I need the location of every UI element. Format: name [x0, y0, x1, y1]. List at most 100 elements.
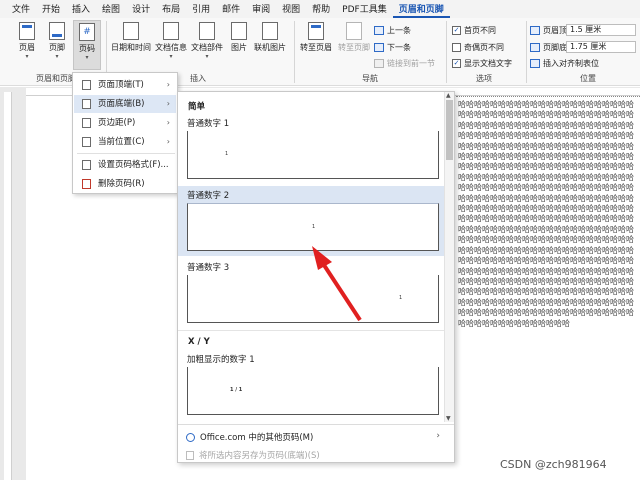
menu-item-bottom-of-page[interactable]: 页面底端(B) ›	[74, 95, 176, 113]
group-separator	[294, 21, 295, 83]
menu-item-label: 页面底端(B)	[98, 99, 145, 109]
goto-header-button[interactable]: 转至页眉	[298, 22, 334, 53]
gallery-item-bold-number-1[interactable]: 加粗显示的数字 1 1 / 1	[178, 350, 445, 420]
scroll-down-icon[interactable]: ▼	[446, 415, 451, 422]
chevron-down-icon: ▾	[205, 53, 209, 60]
header-distance-icon	[530, 26, 540, 35]
picture-icon	[231, 22, 247, 40]
tab-review[interactable]: 审阅	[246, 2, 276, 18]
footer-button[interactable]: 页脚 ▾	[44, 22, 70, 60]
bottom-of-page-gallery: 简单 普通数字 1 1 普通数字 2 1 普通数字 3 1 X / Y 加粗显示…	[177, 91, 455, 463]
gallery-section-xy: X / Y	[188, 337, 210, 347]
menu-item-current-position[interactable]: 当前位置(C) ›	[74, 133, 176, 151]
group-label-position: 位置	[580, 74, 596, 83]
chevron-down-icon: ▾	[169, 53, 173, 60]
odd-even-checkbox[interactable]: 奇偶页不同	[452, 42, 504, 53]
tab-help[interactable]: 帮助	[306, 2, 336, 18]
save-icon	[186, 451, 194, 460]
previous-label: 上一条	[387, 26, 411, 35]
menu-separator	[77, 153, 175, 154]
link-previous-button[interactable]: 链接到前一节	[374, 58, 435, 69]
gallery-item-label: 普通数字 3	[187, 263, 230, 273]
goto-footer-button[interactable]: 转至页脚	[336, 22, 372, 53]
tab-design[interactable]: 设计	[126, 2, 156, 18]
gallery-section-simple: 简单	[188, 102, 206, 112]
gallery-item-plain-number-2[interactable]: 普通数字 2 1	[178, 186, 445, 256]
tab-pdf-tools[interactable]: PDF工具集	[336, 2, 393, 18]
gallery-preview: 1	[187, 275, 439, 323]
tab-mailings[interactable]: 邮件	[216, 2, 246, 18]
gallery-scrollbar[interactable]: ▲ ▼	[444, 92, 454, 422]
header-boundary	[456, 96, 640, 97]
scroll-up-icon[interactable]: ▲	[446, 92, 451, 99]
insert-align-tab-label: 插入对齐制表位	[543, 59, 599, 68]
tab-header-footer[interactable]: 页眉和页脚	[392, 2, 450, 18]
tab-file[interactable]: 文件	[6, 2, 36, 18]
insert-align-tab-button[interactable]: 插入对齐制表位	[530, 58, 599, 69]
docinfo-button[interactable]: 文档信息 ▾	[154, 22, 188, 60]
group-label-header-footer: 页眉和页脚	[36, 74, 76, 83]
tab-home[interactable]: 开始	[36, 2, 66, 18]
online-picture-icon	[262, 22, 278, 40]
more-page-numbers-label: Office.com 中的其他页码(M)	[200, 433, 314, 443]
preview-page-number: 1	[225, 151, 229, 157]
datetime-label: 日期和时间	[111, 43, 151, 52]
picture-button[interactable]: 图片	[228, 22, 250, 53]
header-button[interactable]: 页眉 ▾	[14, 22, 40, 60]
tab-insert[interactable]: 插入	[66, 2, 96, 18]
menu-item-page-margins[interactable]: 页边距(P) ›	[74, 114, 176, 132]
globe-icon	[186, 433, 195, 442]
chevron-right-icon: ›	[166, 118, 170, 127]
tab-view[interactable]: 视图	[276, 2, 306, 18]
menu-item-top-of-page[interactable]: 页面顶端(T) ›	[74, 76, 176, 94]
preview-page-number: 1	[312, 224, 316, 230]
picture-label: 图片	[231, 43, 247, 52]
menu-bar: 文件 开始 插入 绘图 设计 布局 引用 邮件 审阅 视图 帮助 PDF工具集 …	[0, 0, 640, 18]
previous-button[interactable]: 上一条	[374, 25, 411, 36]
watermark: CSDN @zch981964	[500, 458, 607, 471]
save-selection-item[interactable]: 将所选内容另存为页码(底端)(S)	[186, 449, 320, 461]
online-picture-label: 联机图片	[254, 43, 286, 52]
tab-layout[interactable]: 布局	[156, 2, 186, 18]
group-label-options: 选项	[476, 74, 492, 83]
tab-draw[interactable]: 绘图	[96, 2, 126, 18]
menu-item-format-page-numbers[interactable]: 设置页码格式(F)...	[74, 156, 176, 174]
docparts-button[interactable]: 文档部件 ▾	[190, 22, 224, 60]
show-text-label: 显示文档文字	[464, 59, 512, 68]
checkmark-icon: ✓	[452, 59, 461, 68]
online-picture-button[interactable]: 联机图片	[252, 22, 288, 53]
vertical-ruler	[4, 92, 12, 480]
tab-references[interactable]: 引用	[186, 2, 216, 18]
chevron-down-icon: ▾	[85, 54, 89, 61]
gallery-item-label: 加粗显示的数字 1	[187, 355, 255, 365]
page-number-menu: 页面顶端(T) › 页面底端(B) › 页边距(P) › 当前位置(C) › 设…	[72, 72, 178, 194]
datetime-button[interactable]: 日期和时间	[110, 22, 152, 53]
top-of-page-icon	[82, 80, 91, 90]
more-page-numbers-item[interactable]: Office.com 中的其他页码(M) ›	[186, 431, 448, 443]
next-icon	[374, 43, 384, 52]
footer-distance-icon	[530, 43, 540, 52]
gallery-item-plain-number-1[interactable]: 普通数字 1 1	[178, 114, 445, 184]
first-page-different-checkbox[interactable]: ✓ 首页不同	[452, 25, 496, 36]
docparts-label: 文档部件	[191, 43, 223, 52]
footer-distance-input[interactable]: 1.75 厘米	[566, 41, 636, 53]
scroll-thumb[interactable]	[446, 100, 453, 160]
menu-item-remove-page-numbers[interactable]: 删除页码(R)	[74, 175, 176, 193]
menu-item-label: 页面顶端(T)	[98, 80, 144, 90]
document-text[interactable]: 哈哈哈哈哈哈哈哈哈哈哈哈哈哈哈哈哈哈哈哈哈哈哈哈哈哈哈哈哈哈哈哈哈哈哈哈哈哈哈哈…	[458, 100, 640, 465]
link-icon	[374, 59, 384, 68]
show-text-checkbox[interactable]: ✓ 显示文档文字	[452, 58, 512, 69]
header-icon	[19, 22, 35, 40]
goto-header-label: 转至页眉	[300, 43, 332, 52]
page-number-button[interactable]: # 页码 ▾	[73, 20, 101, 70]
next-button[interactable]: 下一条	[374, 42, 411, 53]
gallery-preview: 1	[187, 203, 439, 251]
first-page-label: 首页不同	[464, 26, 496, 35]
gallery-item-plain-number-3[interactable]: 普通数字 3 1	[178, 258, 445, 328]
previous-icon	[374, 26, 384, 35]
gallery-item-label: 普通数字 1	[187, 119, 230, 129]
group-label-navigation: 导航	[362, 74, 378, 83]
header-distance-input[interactable]: 1.5 厘米	[566, 24, 636, 36]
gallery-item-label: 普通数字 2	[187, 191, 230, 201]
calendar-icon	[123, 22, 139, 40]
